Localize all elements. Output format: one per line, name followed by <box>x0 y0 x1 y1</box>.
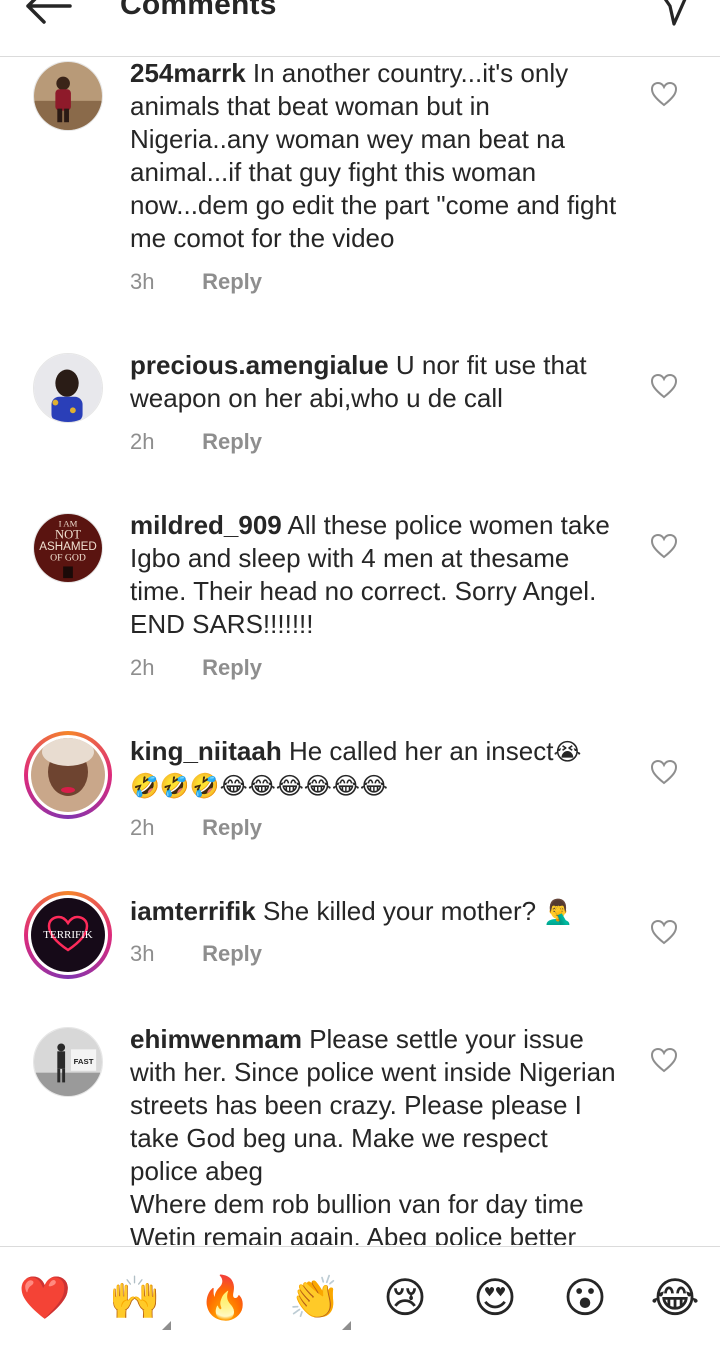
avatar-photo <box>34 62 102 130</box>
comment-username[interactable]: king_niitaah <box>130 736 282 766</box>
avatar[interactable]: FAST <box>33 1027 103 1097</box>
comment-emoji: 😭 <box>553 738 582 766</box>
comment-time: 3h <box>130 269 155 294</box>
reply-button[interactable]: Reply <box>202 429 262 454</box>
like-heart-icon[interactable] <box>650 373 678 399</box>
comment-text: iamterrifik She killed your mother? 🤦‍♂️ <box>130 895 620 929</box>
comment-body: He called her an insect <box>288 736 554 766</box>
avatar[interactable] <box>33 61 103 131</box>
avatar-photo <box>34 354 102 422</box>
like-heart-icon[interactable] <box>650 919 678 945</box>
like-heart-icon[interactable] <box>650 1047 678 1073</box>
surprised-face-icon[interactable]: 😮 <box>558 1271 612 1325</box>
heart-eyes-icon[interactable]: 😍 <box>468 1271 522 1325</box>
comments-list: 254marrk In another country...it's only … <box>0 57 720 1245</box>
crying-face-icon[interactable]: 😢 <box>378 1271 432 1325</box>
comment-text: mildred_909 All these police women take … <box>130 509 620 641</box>
avatar-photo: FAST <box>34 1028 102 1096</box>
reply-button[interactable]: Reply <box>202 269 262 294</box>
reply-button[interactable]: Reply <box>202 815 262 840</box>
comment-text: king_niitaah He called her an insect😭 🤣🤣… <box>130 735 620 803</box>
raising-hands-icon[interactable]: 🙌 <box>108 1271 162 1325</box>
like-heart-icon[interactable] <box>650 759 678 785</box>
comment-time: 2h <box>130 655 155 680</box>
comment-text: ehimwenmam Please settle your issue with… <box>130 1023 620 1245</box>
comment-meta: 3h Reply <box>130 941 262 967</box>
avatar-caption: FAST <box>74 1057 94 1066</box>
comment-meta: 2h Reply <box>130 655 262 681</box>
clapping-hands-icon[interactable]: 👏 <box>288 1271 342 1325</box>
comment-meta: 2h Reply <box>130 815 262 841</box>
fire-icon[interactable]: 🔥 <box>198 1271 252 1325</box>
avatar-photo: I AM NOT ASHAMED OF GOD <box>34 514 102 582</box>
avatar-caption: TERRIFIK <box>43 929 93 941</box>
comment-username[interactable]: precious.amengialue <box>130 350 389 380</box>
avatar-photo: TERRIFIK <box>31 898 105 972</box>
comment-username[interactable]: ehimwenmam <box>130 1024 302 1054</box>
comment-meta: 3h Reply <box>130 269 262 295</box>
comment-time: 2h <box>130 429 155 454</box>
comment-time: 2h <box>130 815 155 840</box>
reply-button[interactable]: Reply <box>202 941 262 966</box>
header-bar: Comments <box>0 0 720 57</box>
comment-emoji: 🤦‍♂️ <box>543 898 574 926</box>
avatar[interactable]: I AM NOT ASHAMED OF GOD <box>33 513 103 583</box>
tears-of-joy-icon[interactable]: 😂 <box>648 1271 702 1325</box>
avatar[interactable] <box>24 731 112 819</box>
back-arrow-icon[interactable] <box>22 0 74 26</box>
like-heart-icon[interactable] <box>650 533 678 559</box>
avatar-caption: ASHAMED <box>39 540 97 553</box>
reply-button[interactable]: Reply <box>202 655 262 680</box>
story-ring <box>28 735 108 815</box>
avatar[interactable]: TERRIFIK <box>24 891 112 979</box>
comment-meta: 2h Reply <box>130 429 262 455</box>
comment-body: She killed your mother? <box>262 896 537 926</box>
story-ring: TERRIFIK <box>28 895 108 975</box>
comment-text: precious.amengialue U nor fit use that w… <box>130 349 620 415</box>
avatar-photo <box>31 738 105 812</box>
comment-text: 254marrk In another country...it's only … <box>130 57 620 255</box>
comment-emoji: 🤣🤣🤣😂😂😂😂😂😂 <box>130 772 388 800</box>
comment-time: 3h <box>130 941 155 966</box>
avatar-caption: OF GOD <box>50 553 86 564</box>
red-heart-icon[interactable]: ❤️ <box>18 1271 72 1325</box>
avatar[interactable] <box>33 353 103 423</box>
like-heart-icon[interactable] <box>650 81 678 107</box>
comment-username[interactable]: iamterrifik <box>130 896 256 926</box>
send-direct-icon[interactable] <box>656 0 692 28</box>
comment-body-line: Where dem rob bullion van for day time <box>130 1189 584 1219</box>
skin-tone-indicator <box>342 1321 351 1330</box>
comment-body-line: Wetin remain again. Abeg police better <box>130 1222 577 1245</box>
comment-username[interactable]: 254marrk <box>130 58 246 88</box>
page-title: Comments <box>120 0 277 21</box>
quick-reactions-bar: ❤️ 🙌 🔥 👏 😢 😍 😮 😂 <box>0 1246 720 1349</box>
skin-tone-indicator <box>162 1321 171 1330</box>
comment-username[interactable]: mildred_909 <box>130 510 282 540</box>
